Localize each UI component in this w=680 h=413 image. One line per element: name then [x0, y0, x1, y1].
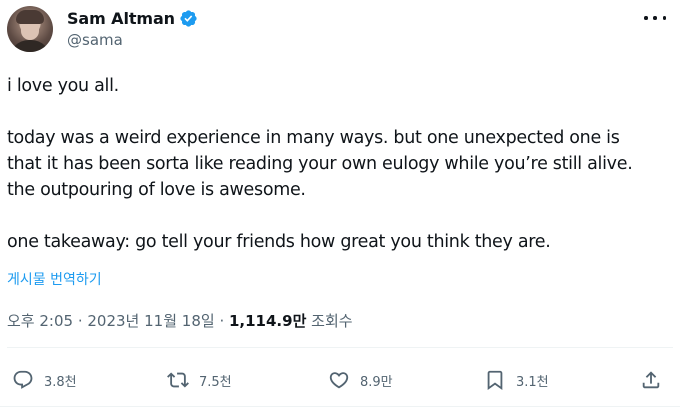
more-dot [662, 16, 666, 20]
reply-icon [13, 370, 33, 389]
more-dot [644, 16, 648, 20]
views-label: 조회수 [311, 312, 353, 330]
tweet-time[interactable]: 오후 2:05 [7, 312, 73, 330]
tweet-text: i love you all. today was a weird experi… [7, 73, 673, 255]
bookmark-count: 3.1천 [516, 374, 549, 390]
tweet-line: one takeaway: go tell your friends how g… [7, 232, 551, 252]
repost-button[interactable]: 7.5천 [167, 362, 232, 398]
tweet-line: today was a weird experience in many way… [7, 128, 620, 148]
verified-badge-icon[interactable] [179, 9, 198, 28]
reply-button[interactable]: 3.8천 [12, 362, 77, 398]
meta-separator: · [214, 312, 229, 330]
repost-icon [167, 372, 189, 388]
views-count[interactable]: 1,114.9만 [229, 312, 306, 330]
avatar-hair [16, 10, 44, 24]
more-dot [653, 16, 657, 20]
heart-icon [329, 372, 349, 389]
bookmark-icon [487, 370, 503, 391]
author-display-name[interactable]: Sam Altman [67, 9, 175, 28]
divider [7, 347, 673, 348]
share-button[interactable] [640, 362, 662, 398]
avatar-shoulders [9, 40, 51, 52]
action-bar: 3.8천 7.5천 8.9만 3.1천 [0, 362, 680, 398]
tweet-date[interactable]: 2023년 11월 18일 [87, 312, 214, 330]
bookmark-button[interactable]: 3.1천 [484, 362, 549, 398]
author-handle[interactable]: @sama [67, 31, 123, 49]
bottom-divider [0, 406, 680, 407]
reply-count: 3.8천 [44, 374, 77, 390]
tweet-card: Sam Altman @sama i love you all. today w… [0, 0, 680, 413]
translate-link[interactable]: 게시물 번역하기 [7, 269, 102, 289]
meta-separator: · [73, 312, 88, 330]
tweet-line: the outpouring of love is awesome. [7, 180, 306, 200]
repost-count: 7.5천 [199, 374, 232, 390]
author-name-row: Sam Altman [67, 7, 198, 29]
like-count: 8.9만 [360, 374, 393, 390]
more-icon[interactable] [644, 8, 666, 28]
tweet-line: that it has been sorta like reading your… [7, 154, 633, 174]
share-icon [642, 371, 660, 389]
avatar[interactable] [7, 6, 53, 52]
like-button[interactable]: 8.9만 [328, 362, 393, 398]
tweet-line: i love you all. [7, 76, 119, 96]
tweet-meta: 오후 2:05 · 2023년 11월 18일 · 1,114.9만 조회수 [7, 310, 353, 331]
